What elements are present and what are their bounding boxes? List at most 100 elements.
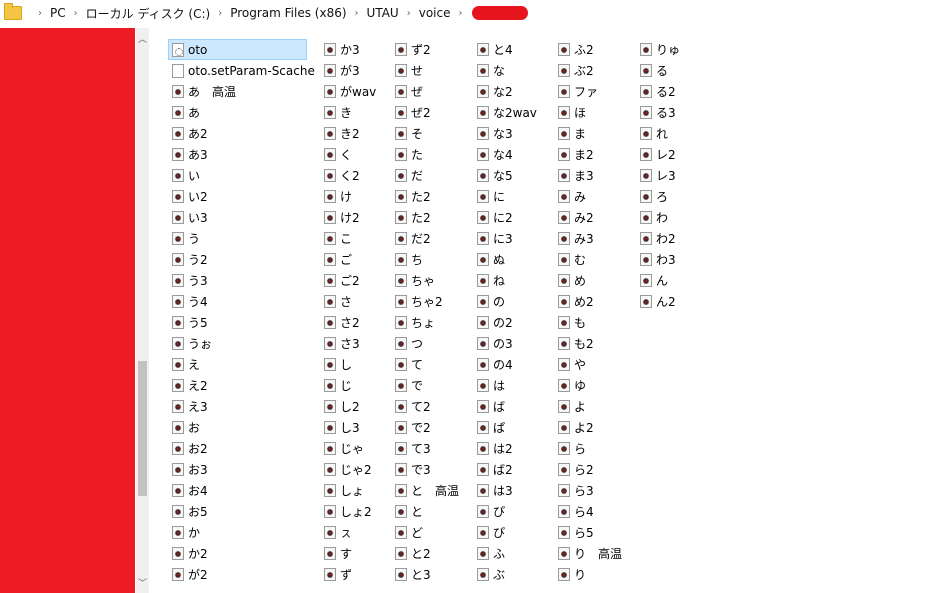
file-item[interactable]: ご [320,249,390,270]
file-item[interactable]: ま2 [554,144,634,165]
file-item[interactable]: め [554,270,634,291]
file-item[interactable]: や [554,354,634,375]
file-item[interactable]: い2 [168,186,308,207]
file-item[interactable]: さ2 [320,312,390,333]
file-item[interactable]: と [391,501,471,522]
scrollbar-thumb[interactable] [138,361,147,496]
file-item[interactable]: そ [391,123,471,144]
file-item[interactable]: あ2 [168,123,308,144]
file-item[interactable]: が2 [168,564,308,585]
file-item[interactable]: oto [168,39,307,60]
breadcrumb-item-program-files[interactable]: Program Files (x86) [230,6,346,20]
file-item[interactable]: ま [554,123,634,144]
file-item[interactable]: あ 高温 [168,81,308,102]
file-item[interactable]: も [554,312,634,333]
file-item[interactable]: ぴ [473,522,553,543]
file-item[interactable]: て [391,354,471,375]
file-item[interactable]: ね [473,270,553,291]
file-item[interactable]: りゅ [636,39,716,60]
file-item[interactable]: な4 [473,144,553,165]
file-item[interactable]: か2 [168,543,308,564]
file-item[interactable]: な [473,60,553,81]
file-item[interactable]: じ [320,375,390,396]
file-item[interactable]: た2 [391,186,471,207]
file-item[interactable]: し2 [320,396,390,417]
file-item[interactable]: え3 [168,396,308,417]
file-item[interactable]: け [320,186,390,207]
file-item[interactable]: ば [473,396,553,417]
file-item[interactable]: か3 [320,39,390,60]
file-item[interactable]: お2 [168,438,308,459]
file-item[interactable]: な2wav [473,102,553,123]
file-item[interactable]: の2 [473,312,553,333]
file-item[interactable]: な3 [473,123,553,144]
breadcrumb-item-local-disk[interactable]: ローカル ディスク (C:) [86,5,211,22]
file-item[interactable]: あ [168,102,308,123]
file-item[interactable]: う2 [168,249,308,270]
file-item[interactable]: お3 [168,459,308,480]
file-item[interactable]: た [391,144,471,165]
file-item[interactable]: た2 [391,207,471,228]
file-item[interactable]: て2 [391,396,471,417]
file-item[interactable]: と3 [391,564,471,585]
file-item[interactable]: う4 [168,291,308,312]
file-item[interactable]: ろ [636,186,716,207]
file-item[interactable]: に2 [473,207,553,228]
file-item[interactable]: ほ [554,102,634,123]
file-item[interactable]: せ [391,60,471,81]
file-item[interactable]: ん [636,270,716,291]
file-item[interactable]: わ3 [636,249,716,270]
file-item[interactable]: し3 [320,417,390,438]
file-item[interactable]: ず2 [391,39,471,60]
file-item[interactable]: れ [636,123,716,144]
file-item[interactable]: か [168,522,308,543]
file-item[interactable]: ゆ [554,375,634,396]
file-item[interactable]: な2 [473,81,553,102]
file-item[interactable]: が3 [320,60,390,81]
file-item[interactable]: う [168,228,308,249]
file-item[interactable]: ど [391,522,471,543]
file-item[interactable]: の3 [473,333,553,354]
file-item[interactable]: ぜ2 [391,102,471,123]
file-item[interactable]: な5 [473,165,553,186]
file-item[interactable]: で [391,375,471,396]
file-item[interactable]: わ [636,207,716,228]
scroll-down-icon[interactable]: ﹀ [136,576,149,589]
file-item[interactable]: ぜ [391,81,471,102]
file-item[interactable]: み2 [554,207,634,228]
file-item[interactable]: ちょ [391,312,471,333]
file-item[interactable]: き [320,102,390,123]
file-item[interactable]: よ [554,396,634,417]
file-item[interactable]: き2 [320,123,390,144]
file-item[interactable]: ちゃ [391,270,471,291]
file-item[interactable]: け2 [320,207,390,228]
file-item[interactable]: と2 [391,543,471,564]
file-item[interactable]: う5 [168,312,308,333]
file-item[interactable]: ら [554,438,634,459]
file-item[interactable]: に [473,186,553,207]
file-item[interactable]: ぱ [473,417,553,438]
file-item[interactable]: お5 [168,501,308,522]
file-item[interactable]: り 高温 [554,543,634,564]
file-item[interactable]: く2 [320,165,390,186]
file-item[interactable]: い [168,165,308,186]
file-item[interactable]: しょ [320,480,390,501]
file-item[interactable]: ら4 [554,501,634,522]
file-item[interactable]: ぶ [473,564,553,585]
file-item[interactable]: ら5 [554,522,634,543]
file-item[interactable]: がwav [320,81,390,102]
file-item[interactable]: ㇲ [320,522,390,543]
file-item[interactable]: ぴ [473,501,553,522]
file-item[interactable]: しょ2 [320,501,390,522]
breadcrumb-item-pc[interactable]: PC [50,6,66,20]
file-item[interactable]: は3 [473,480,553,501]
scroll-up-icon[interactable]: ︿ [136,32,149,45]
file-item[interactable]: じゃ2 [320,459,390,480]
file-item[interactable]: く [320,144,390,165]
file-item[interactable]: だ [391,165,471,186]
file-item[interactable]: こ [320,228,390,249]
file-item[interactable]: と 高温 [391,480,471,501]
file-item[interactable]: の [473,291,553,312]
file-item[interactable]: うぉ [168,333,308,354]
file-item[interactable]: お4 [168,480,308,501]
